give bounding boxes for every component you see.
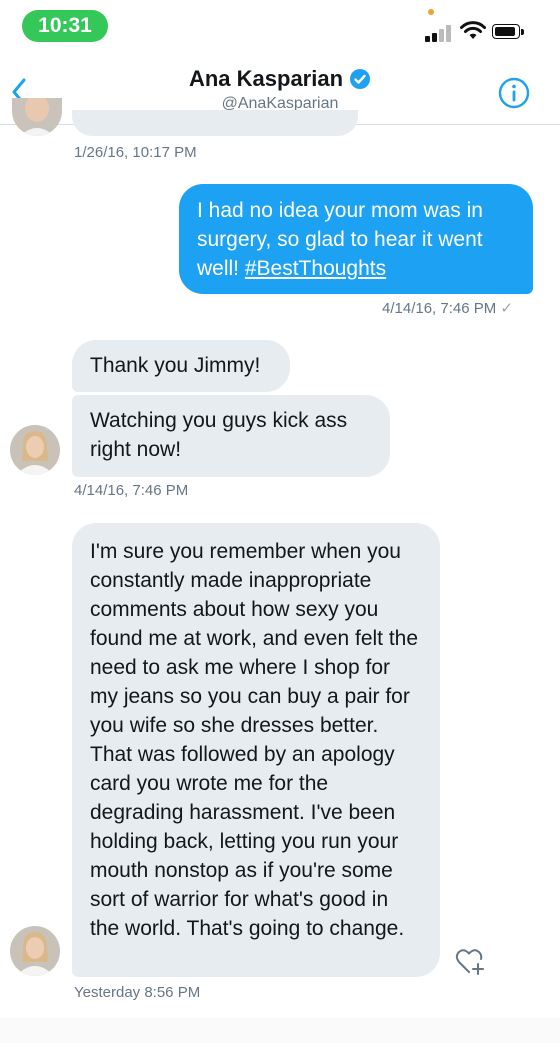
read-receipt-icon: ✓ bbox=[500, 300, 513, 317]
message-timestamp: 1/26/16, 10:17 PM bbox=[74, 144, 197, 161]
cellular-signal-icon bbox=[425, 24, 453, 42]
message-bubble-partial[interactable] bbox=[72, 110, 358, 136]
battery-icon bbox=[492, 24, 526, 41]
message-bubble-incoming[interactable]: Thank you Jimmy! bbox=[72, 340, 290, 392]
message-timestamp: 4/14/16, 7:46 PM bbox=[74, 482, 189, 499]
heart-add-icon bbox=[455, 949, 484, 975]
message-timestamp: 4/14/16, 7:46 PM ✓ bbox=[382, 299, 513, 317]
timestamp-text: 4/14/16, 7:46 PM bbox=[382, 300, 497, 317]
like-message-button[interactable] bbox=[454, 944, 488, 978]
message-bubble-outgoing[interactable]: I had no idea your mom was in surgery, s… bbox=[179, 184, 533, 294]
conversation-info-button[interactable] bbox=[497, 76, 531, 110]
message-text: I'm sure you remember when you constantl… bbox=[90, 540, 419, 940]
status-time: 10:31 bbox=[22, 10, 108, 42]
status-bar: 10:31 bbox=[0, 0, 560, 56]
message-bubble-incoming[interactable]: I'm sure you remember when you constantl… bbox=[72, 523, 440, 977]
message-bubble-incoming[interactable]: Watching you guys kick ass right now! bbox=[72, 395, 390, 477]
avatar[interactable] bbox=[12, 98, 62, 136]
hashtag-link[interactable]: #BestThoughts bbox=[245, 257, 386, 280]
composer-area bbox=[0, 1018, 560, 1043]
avatar[interactable] bbox=[10, 926, 60, 976]
avatar[interactable] bbox=[10, 425, 60, 475]
info-icon bbox=[498, 77, 530, 109]
message-text: Watching you guys kick ass right now! bbox=[90, 409, 348, 461]
message-text: Thank you Jimmy! bbox=[90, 354, 261, 377]
privacy-indicator-dot bbox=[428, 9, 434, 15]
verified-badge-icon bbox=[350, 69, 371, 89]
contact-name: Ana Kasparian bbox=[188, 66, 344, 91]
message-timestamp: Yesterday 8:56 PM bbox=[74, 984, 201, 1001]
conversation-title: Ana Kasparian @AnaKasparian bbox=[0, 66, 560, 113]
wifi-icon bbox=[460, 21, 486, 46]
